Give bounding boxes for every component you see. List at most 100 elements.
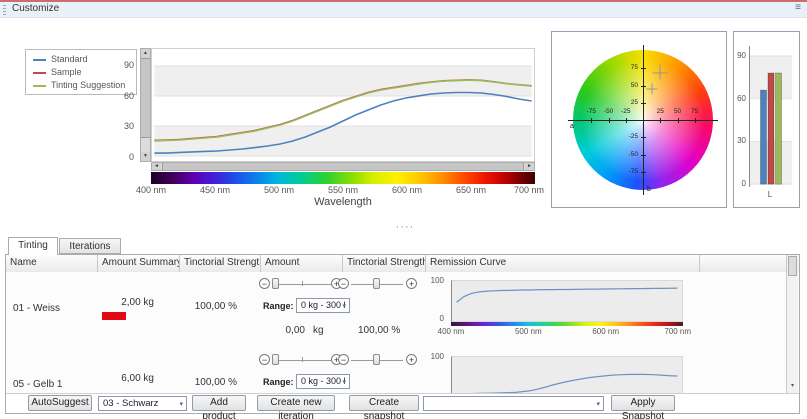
bar-standard [761, 90, 767, 184]
tab-tinting[interactable]: Tinting [8, 237, 58, 255]
a-tick-label: 75 [691, 108, 698, 115]
col-amount[interactable]: Amount [261, 255, 343, 272]
amount-slider-thumb[interactable] [272, 278, 279, 289]
x-tick-label: 400 nm [136, 185, 166, 195]
amount-summary: 6,00 kg [106, 373, 154, 384]
x-tick-label: 500 nm [264, 185, 294, 195]
y-tick-label: 90 [124, 60, 134, 70]
amount-slider[interactable]: − + [259, 278, 343, 291]
scroll-left-icon[interactable]: ◄ [152, 163, 161, 170]
create-snapshot-button[interactable]: Create snapshot [349, 395, 419, 411]
toolbar-menu-icon[interactable]: ≡ [795, 2, 801, 13]
mini-y-max: 100 [426, 352, 444, 361]
strength-slider-thumb[interactable] [373, 354, 380, 365]
strength-value: 100,00 % [358, 325, 398, 336]
product-dropdown[interactable]: 03 - Schwarz ▾ [98, 396, 187, 411]
splitter-handle[interactable]: ···· [385, 221, 425, 233]
table-header: Name Amount Summary Tinctorial Strength … [6, 255, 799, 273]
col-remission-curve[interactable]: Remission Curve [426, 255, 700, 272]
range-dropdown[interactable]: 0 kg - 300 l ▾ [296, 374, 350, 389]
amount-value: 0,00 [281, 325, 305, 336]
chevron-down-icon: ▾ [342, 300, 346, 313]
table-vertical-scrollbar[interactable]: ▾ [786, 255, 798, 393]
color-position-marker [652, 65, 667, 80]
minus-icon[interactable]: − [338, 354, 349, 365]
series-05---gelb-1 [457, 374, 678, 393]
legend-line-swatch [33, 85, 46, 87]
minus-icon[interactable]: − [338, 278, 349, 289]
y-tick-label: 30 [124, 121, 134, 131]
chevron-down-icon: ▾ [179, 398, 183, 411]
table-row[interactable]: 05 - Gelb 1 6,00 kg 100,00 % − + − + Ran… [6, 343, 799, 393]
range-label: Range: [263, 301, 294, 311]
table-row[interactable]: 01 - Weiss 2,00 kg 100,00 % − + − + [6, 272, 799, 344]
y-tick-label: 0 [129, 152, 134, 162]
chevron-down-icon: ▾ [342, 376, 346, 389]
col-tinctorial-strength[interactable]: Tinctorial Strength [343, 255, 426, 272]
x-tick-label: 700 nm [664, 327, 691, 336]
bar-tinting-suggestion [776, 73, 782, 184]
toolbar-grip-icon[interactable] [3, 5, 6, 15]
chart-vertical-scrollbar[interactable]: ▲ ▼ [140, 48, 151, 162]
minus-icon[interactable]: − [259, 354, 270, 365]
x-tick-label: 450 nm [200, 185, 230, 195]
tab-iterations[interactable]: Iterations [59, 238, 121, 254]
apply-snapshot-button[interactable]: Apply Snapshot [611, 395, 675, 411]
lightness-chart-panel: 0306090 L [733, 31, 800, 208]
horizontal-scroll-thumb[interactable] [162, 163, 524, 170]
strength-slider-thumb[interactable] [373, 278, 380, 289]
lightness-plot-area [749, 46, 792, 187]
plus-icon[interactable]: + [406, 278, 417, 289]
autosuggest-button[interactable]: AutoSuggest [28, 395, 92, 411]
x-tick-label: 700 nm [514, 185, 544, 195]
color-position-marker [646, 83, 657, 94]
snapshot-dropdown[interactable]: ▾ [423, 396, 604, 411]
scroll-up-icon[interactable]: ▲ [141, 49, 150, 58]
create-new-iteration-button[interactable]: Create new iteration [257, 395, 335, 411]
col-name[interactable]: Name [6, 255, 98, 272]
y-tick-label: 30 [737, 136, 746, 145]
vertical-scroll-thumb[interactable] [141, 58, 150, 138]
mini-wavelength-gradient-bar [451, 322, 683, 326]
spectral-y-axis: 0 30 60 90 [112, 48, 136, 162]
table-scroll-thumb[interactable] [788, 256, 797, 276]
remission-curve-chart [451, 356, 683, 393]
col-amount-summary[interactable]: Amount Summary [98, 255, 180, 272]
x-tick-label: 650 nm [456, 185, 486, 195]
x-tick-label: 400 nm [438, 327, 465, 336]
lab-color-wheel-panel: a b -75-75-50-50-25-25252550507575 [551, 31, 727, 208]
amount-slider-thumb[interactable] [272, 354, 279, 365]
scroll-down-icon[interactable]: ▼ [141, 152, 150, 161]
scroll-right-icon[interactable]: ► [525, 163, 534, 170]
a-tick-label: 50 [674, 108, 681, 115]
a-tick-label: -75 [587, 108, 596, 115]
chart-horizontal-scrollbar[interactable]: ◄ ► [151, 162, 535, 171]
x-tick-label: 600 nm [392, 185, 422, 195]
b-tick-label: -50 [620, 151, 638, 158]
a-tick-label: -25 [621, 108, 630, 115]
a-tick-label: 25 [657, 108, 664, 115]
x-tick-label: 550 nm [328, 185, 358, 195]
x-axis-title: Wavelength [151, 196, 535, 208]
action-bar: AutoSuggest 03 - Schwarz ▾ Add product C… [6, 393, 799, 413]
plus-icon[interactable]: + [406, 354, 417, 365]
y-tick-label: 60 [124, 91, 134, 101]
amount-summary: 2,00 kg [106, 297, 154, 308]
minus-icon[interactable]: − [259, 278, 270, 289]
strength-slider[interactable]: − + [338, 354, 418, 367]
b-tick-label: 50 [620, 82, 638, 89]
b-tick-label: -75 [620, 168, 638, 175]
series-01---weiss [457, 288, 678, 302]
app-window: Customize ≡ StandardSampleTinting Sugges… [0, 0, 807, 419]
strength-slider[interactable]: − + [338, 278, 418, 291]
tinting-panel: Name Amount Summary Tinctorial Strength … [5, 254, 800, 414]
scroll-down-icon[interactable]: ▾ [788, 381, 797, 392]
col-tinctorial-strength-summary[interactable]: Tinctorial Strength Su... [180, 255, 261, 272]
range-label: Range: [263, 377, 294, 387]
add-product-button[interactable]: Add product [192, 395, 246, 411]
amount-slider[interactable]: − + [259, 354, 343, 367]
strength-summary: 100,00 % [191, 377, 237, 388]
y-tick-label: 90 [737, 51, 746, 60]
spectral-plot-area [151, 48, 535, 162]
range-dropdown[interactable]: 0 kg - 300 l ▾ [296, 298, 350, 313]
